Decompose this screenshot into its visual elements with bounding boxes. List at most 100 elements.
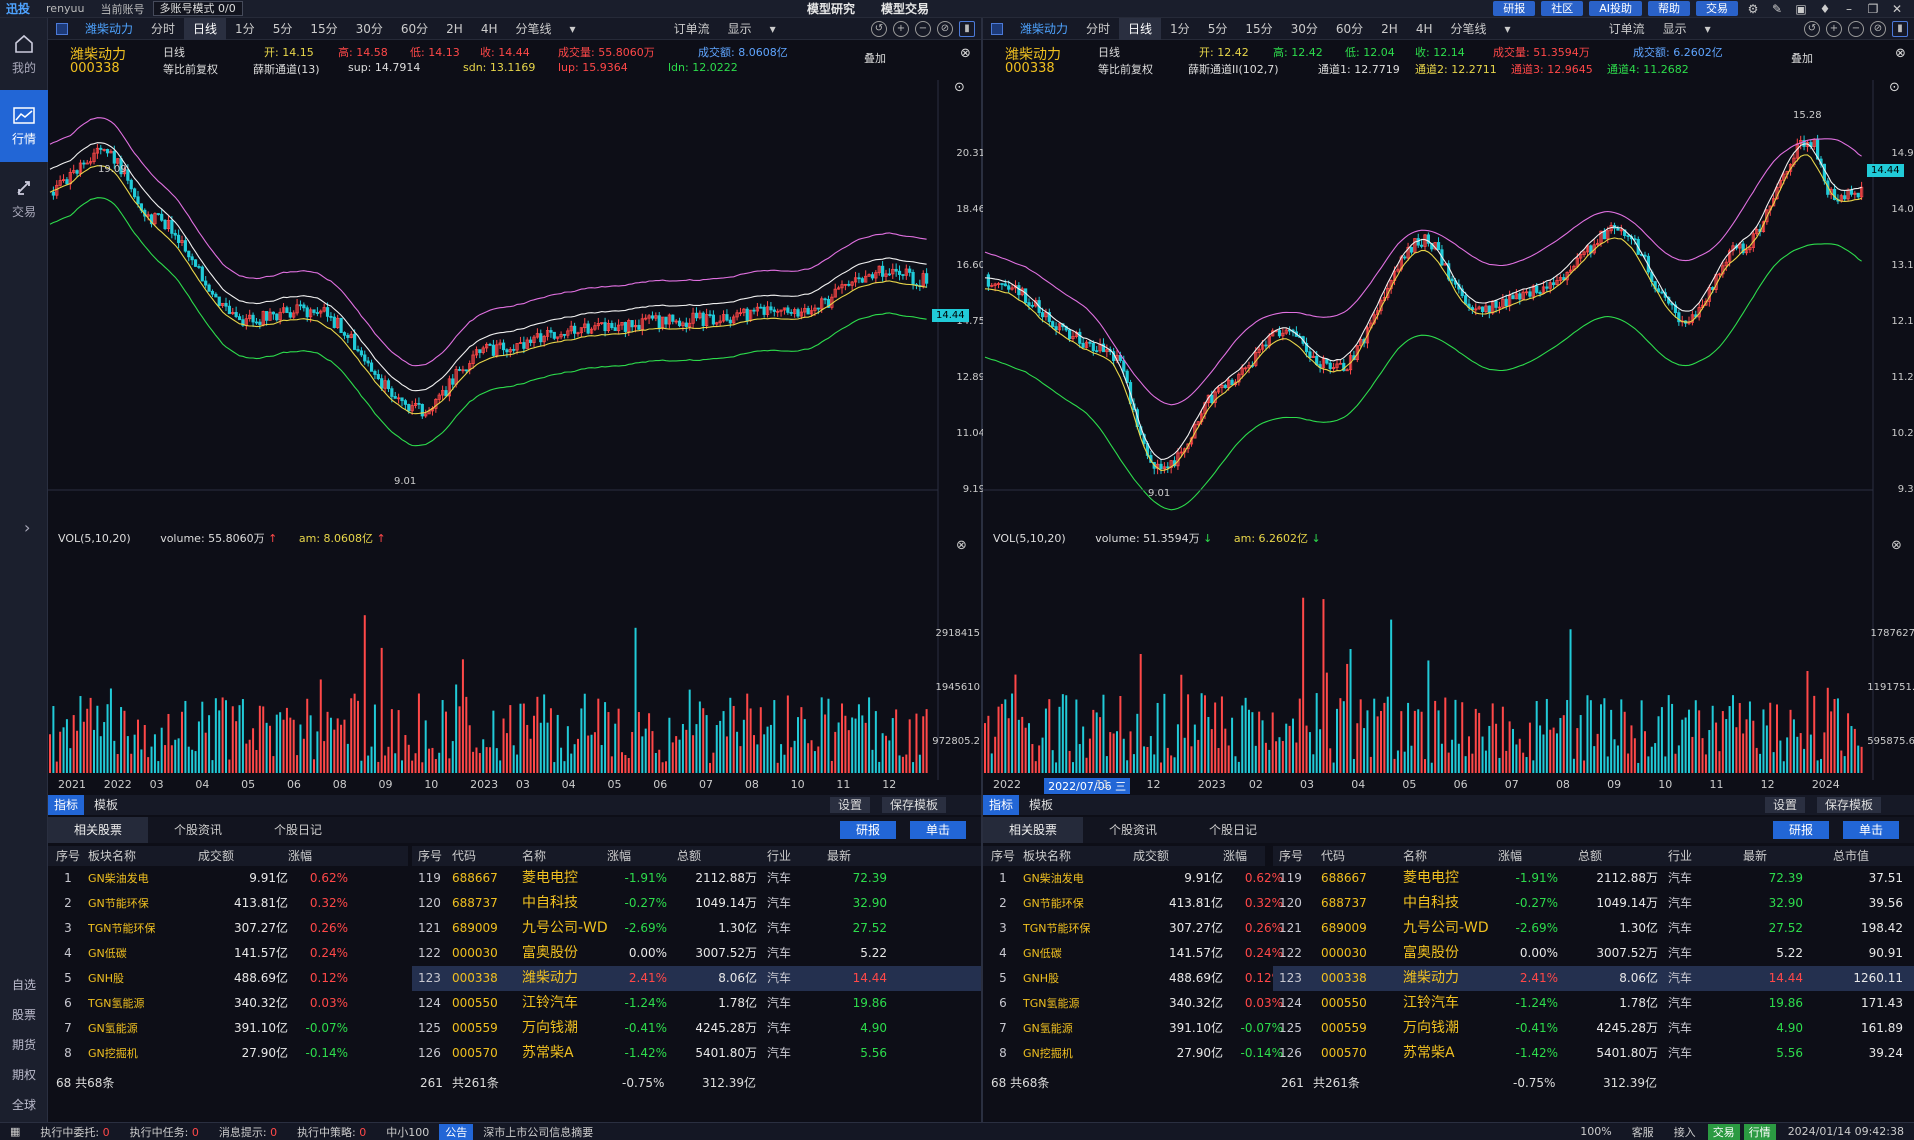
sidebar-item-quotes[interactable]: 行情	[0, 90, 48, 162]
table-row[interactable]: 123 000338 潍柴动力 2.41% 8.06亿 汽车 14.44	[412, 966, 981, 991]
sidebar-futures[interactable]: 期货	[0, 1030, 48, 1060]
zoom-level[interactable]: 100%	[1570, 1125, 1621, 1138]
notice-text[interactable]: 深市上市公司信息摘要	[473, 1124, 603, 1140]
table-row[interactable]: 123 000338 潍柴动力 2.41% 8.06亿 汽车 14.44 1260.11	[1273, 966, 1914, 991]
zoom-in-icon[interactable]: +	[1826, 20, 1842, 37]
table-row[interactable]: 125 000559 万向钱潮 -0.41% 4245.28万 汽车 4.90	[412, 1016, 981, 1041]
column-header[interactable]: 名称	[1403, 846, 1427, 866]
panel-right-icon[interactable]: ▮	[1892, 20, 1908, 37]
left-kline-chart[interactable]	[48, 80, 981, 780]
table-row[interactable]: 122 000030 富奥股份 0.00% 3007.52万 汽车 5.22	[412, 941, 981, 966]
close-icon[interactable]: ⊗	[960, 46, 971, 61]
tab-stock-news[interactable]: 个股资讯	[1083, 817, 1183, 843]
sidebar-item-trade[interactable]: 交易	[0, 162, 48, 234]
column-header[interactable]: 成交额	[198, 846, 234, 866]
table-row[interactable]: 2 GN节能环保 413.81亿 0.32%	[983, 891, 1283, 916]
display-button[interactable]: 显示	[719, 18, 761, 40]
table-row[interactable]: 7 GN氢能源 391.10亿 -0.07%	[983, 1016, 1283, 1041]
table-row[interactable]: 4 GN低碳 141.57亿 0.24%	[48, 941, 408, 966]
shirt-icon[interactable]: ♦	[1816, 2, 1834, 16]
table-row[interactable]: 126 000570 苏常柴A -1.42% 5401.80万 汽车 5.56	[412, 1041, 981, 1066]
period-tab[interactable]: 5分	[264, 18, 302, 40]
toolbar-stock[interactable]: 潍柴动力	[76, 18, 142, 40]
tab-model-trade[interactable]: 模型交易	[881, 0, 929, 17]
panel-toggle-icon[interactable]	[991, 22, 1003, 35]
column-header[interactable]: 板块名称	[88, 846, 136, 866]
tab-template[interactable]: 模板	[88, 795, 124, 815]
table-row[interactable]: 124 000550 江铃汽车 -1.24% 1.78亿 汽车 19.86 171.43	[1273, 991, 1914, 1016]
period-tab[interactable]: 1分	[226, 18, 264, 40]
grid-icon[interactable]: ▦	[0, 1125, 30, 1138]
order-flow-button[interactable]: 订单流	[1600, 18, 1654, 40]
trade-status[interactable]: 交易	[1707, 1123, 1740, 1140]
column-header[interactable]: 成交额	[1133, 846, 1169, 866]
community-button[interactable]: 社区	[1541, 1, 1584, 16]
sidebar-options[interactable]: 期权	[0, 1060, 48, 1090]
table-row[interactable]: 5 GNH股 488.69亿 0.12%	[983, 966, 1283, 991]
column-header[interactable]: 总额	[677, 846, 701, 866]
sidebar-stocks[interactable]: 股票	[0, 1000, 48, 1030]
table-row[interactable]: 3 TGN节能环保 307.27亿 0.26%	[48, 916, 408, 941]
column-header[interactable]: 名称	[522, 846, 546, 866]
table-row[interactable]: 6 TGN氢能源 340.32亿 0.03%	[983, 991, 1283, 1016]
tab-indicator[interactable]: 指标	[983, 795, 1020, 815]
service-button[interactable]: 客服	[1622, 1124, 1664, 1140]
column-header[interactable]: 序号	[56, 846, 80, 866]
column-header[interactable]: 行业	[767, 846, 791, 866]
table-row[interactable]: 120 688737 中自科技 -0.27% 1049.14万 汽车 32.90 39.56	[1273, 891, 1914, 916]
period-tab[interactable]: 60分	[1327, 18, 1372, 40]
close-icon[interactable]: ✕	[1888, 2, 1906, 16]
help-button[interactable]: 帮助	[1647, 1, 1690, 16]
table-row[interactable]: 4 GN低碳 141.57亿 0.24%	[983, 941, 1283, 966]
table-row[interactable]: 124 000550 江铃汽车 -1.24% 1.78亿 汽车 19.86	[412, 991, 981, 1016]
table-row[interactable]: 1 GN柴油发电 9.91亿 0.62%	[983, 866, 1283, 891]
settings-button[interactable]: 设置	[830, 797, 871, 813]
table-row[interactable]: 1 GN柴油发电 9.91亿 0.62%	[48, 866, 408, 891]
minimize-icon[interactable]: –	[1840, 2, 1858, 16]
tab-indicator[interactable]: 指标	[48, 795, 85, 815]
save-template-button[interactable]: 保存模板	[882, 797, 947, 813]
column-header[interactable]: 总额	[1578, 846, 1602, 866]
settings-button[interactable]: 设置	[1765, 797, 1806, 813]
quote-status[interactable]: 行情	[1743, 1123, 1776, 1140]
column-header[interactable]: 涨幅	[1223, 846, 1247, 866]
period-tab[interactable]: 60分	[392, 18, 437, 40]
panel-toggle-icon[interactable]	[56, 22, 68, 35]
table-row[interactable]: 2 GN节能环保 413.81亿 0.32%	[48, 891, 408, 916]
index-name[interactable]: 中小100	[376, 1124, 439, 1140]
overlay-button[interactable]: 叠加	[864, 50, 886, 66]
tab-related-stocks[interactable]: 相关股票	[48, 817, 149, 843]
table-row[interactable]: 8 GN挖掘机 27.90亿 -0.14%	[983, 1041, 1283, 1066]
table-row[interactable]: 126 000570 苏常柴A -1.42% 5401.80万 汽车 5.56 39.24	[1273, 1041, 1914, 1066]
table-row[interactable]: 122 000030 富奥股份 0.00% 3007.52万 汽车 5.22 90.91	[1273, 941, 1914, 966]
period-tab[interactable]: 30分	[347, 18, 392, 40]
period-tab[interactable]: 分笔线	[507, 18, 561, 40]
sidebar-favorites[interactable]: 自选	[0, 970, 48, 1000]
table-row[interactable]: 119 688667 菱电电控 -1.91% 2112.88万 汽车 72.39	[412, 866, 981, 891]
ai-assist-button[interactable]: AI投助	[1589, 1, 1642, 16]
zoom-out-icon[interactable]: −	[915, 20, 931, 37]
period-tab[interactable]: 5分	[1199, 18, 1237, 40]
single-click-button[interactable]: 单击	[910, 821, 967, 839]
column-header[interactable]: 总市值	[1833, 846, 1869, 866]
period-tab[interactable]: 30分	[1282, 18, 1327, 40]
save-template-button[interactable]: 保存模板	[1817, 797, 1882, 813]
column-header[interactable]: 序号	[991, 846, 1015, 866]
panel-right-icon[interactable]: ▮	[959, 20, 975, 37]
order-flow-button[interactable]: 订单流	[665, 18, 719, 40]
column-header[interactable]: 涨幅	[607, 846, 631, 866]
column-header[interactable]: 序号	[418, 846, 442, 866]
report-button[interactable]: 研报	[1773, 821, 1830, 839]
period-tab[interactable]: 分时	[142, 18, 184, 40]
table-row[interactable]: 120 688737 中自科技 -0.27% 1049.14万 汽车 32.90	[412, 891, 981, 916]
period-tab[interactable]: 15分	[301, 18, 346, 40]
overlay-button[interactable]: 叠加	[1791, 50, 1813, 66]
table-row[interactable]: 7 GN氢能源 391.10亿 -0.07%	[48, 1016, 408, 1041]
period-tab[interactable]: 15分	[1236, 18, 1281, 40]
single-click-button[interactable]: 单击	[1843, 821, 1900, 839]
zoom-out-icon[interactable]: −	[1848, 20, 1864, 37]
tab-model-research[interactable]: 模型研究	[807, 0, 855, 17]
table-row[interactable]: 121 689009 九号公司-WD -2.69% 1.30亿 汽车 27.52	[412, 916, 981, 941]
period-tab[interactable]: 分笔线	[1442, 18, 1496, 40]
trade-button[interactable]: 交易	[1695, 1, 1738, 16]
